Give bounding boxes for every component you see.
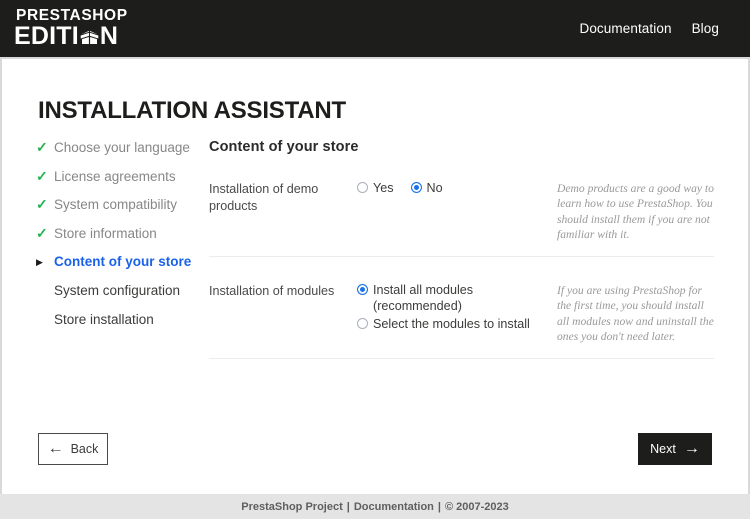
modules-help-text: If you are using PrestaShop for the firs…	[543, 282, 714, 344]
sidebar-item-label: System configuration	[54, 282, 180, 299]
sidebar-item-system-configuration[interactable]: System configuration	[36, 282, 211, 311]
radio-dot-unselected-icon	[357, 182, 368, 193]
back-button-label: Back	[71, 442, 99, 456]
page-footer: PrestaShop Project | Documentation | © 2…	[0, 494, 750, 519]
sidebar-item-label: Store information	[54, 225, 157, 242]
sidebar-item-label: Content of your store	[54, 253, 191, 270]
sidebar-item-label: System compatibility	[54, 196, 177, 213]
footer-separator: |	[438, 501, 441, 513]
modules-label: Installation of modules	[209, 282, 357, 300]
logo-edition-pre: EDITI	[14, 24, 79, 49]
back-button[interactable]: ← Back	[38, 433, 108, 465]
radio-demo-products-yes[interactable]: Yes	[357, 180, 394, 196]
site-header: PRESTASHOP EDITI N Documentation	[0, 0, 750, 57]
footer-link-documentation[interactable]: Documentation	[354, 501, 434, 513]
radio-install-all-modules[interactable]: Install all modules (recommended)	[357, 282, 543, 314]
sidebar-item-choose-your-language[interactable]: ✓ Choose your language	[36, 139, 211, 168]
caret-right-icon: ▶	[36, 253, 54, 272]
next-button[interactable]: Next →	[638, 433, 712, 465]
form-row-demo-products: Installation of demo products Yes No Dem…	[209, 155, 714, 257]
radio-dot-unselected-icon	[357, 318, 368, 329]
sidebar-item-label: License agreements	[54, 168, 176, 185]
radio-dot-selected-icon	[357, 284, 368, 295]
open-box-icon	[79, 26, 100, 47]
sidebar-item-system-compatibility[interactable]: ✓ System compatibility	[36, 196, 211, 225]
demo-products-controls: Yes No	[357, 180, 543, 196]
header-nav: Documentation Blog	[579, 21, 719, 36]
radio-select-modules-to-install[interactable]: Select the modules to install	[357, 316, 543, 332]
arrow-left-icon: ←	[48, 441, 64, 457]
sidebar-item-license-agreements[interactable]: ✓ License agreements	[36, 168, 211, 197]
modules-controls: Install all modules (recommended) Select…	[357, 282, 543, 332]
main-content: Content of your store Installation of de…	[209, 139, 714, 359]
footer-link-prestashop-project[interactable]: PrestaShop Project	[241, 501, 342, 513]
page-body: INSTALLATION ASSISTANT ✓ Choose your lan…	[0, 57, 750, 494]
sidebar-item-label: Store installation	[54, 311, 154, 328]
radio-label: No	[427, 180, 443, 196]
form-row-modules: Installation of modules Install all modu…	[209, 257, 714, 359]
sidebar-item-store-installation[interactable]: Store installation	[36, 311, 211, 340]
section-heading: Content of your store	[209, 139, 714, 155]
radio-label: Yes	[373, 180, 394, 196]
prestashop-edition-logo: PRESTASHOP EDITI N	[14, 8, 128, 50]
page-title: INSTALLATION ASSISTANT	[38, 97, 346, 125]
arrow-right-icon: →	[684, 441, 700, 457]
check-icon: ✓	[36, 225, 54, 242]
radio-label: Select the modules to install	[373, 316, 530, 332]
demo-products-label: Installation of demo products	[209, 180, 357, 215]
next-button-label: Next	[650, 442, 676, 456]
check-icon: ✓	[36, 196, 54, 213]
logo-line-edition: EDITI N	[14, 24, 128, 49]
logo-edition-post: N	[100, 24, 118, 49]
installation-steps-sidebar: ✓ Choose your language ✓ License agreeme…	[36, 139, 211, 339]
installation-assistant-page: PRESTASHOP EDITI N Documentation	[0, 0, 750, 519]
sidebar-item-label: Choose your language	[54, 139, 190, 156]
footer-separator: |	[347, 501, 350, 513]
radio-label: Install all modules (recommended)	[373, 282, 543, 314]
radio-dot-selected-icon	[411, 182, 422, 193]
radio-demo-products-no[interactable]: No	[411, 180, 443, 196]
nav-link-blog[interactable]: Blog	[692, 21, 719, 36]
check-icon: ✓	[36, 139, 54, 156]
nav-link-documentation[interactable]: Documentation	[579, 21, 671, 36]
logo-line-prestashop: PRESTASHOP	[16, 8, 128, 24]
sidebar-item-store-information[interactable]: ✓ Store information	[36, 225, 211, 254]
check-icon: ✓	[36, 168, 54, 185]
demo-products-help-text: Demo products are a good way to learn ho…	[543, 180, 714, 242]
sidebar-item-content-of-your-store[interactable]: ▶ Content of your store	[36, 253, 211, 282]
footer-copyright: © 2007-2023	[445, 501, 509, 513]
